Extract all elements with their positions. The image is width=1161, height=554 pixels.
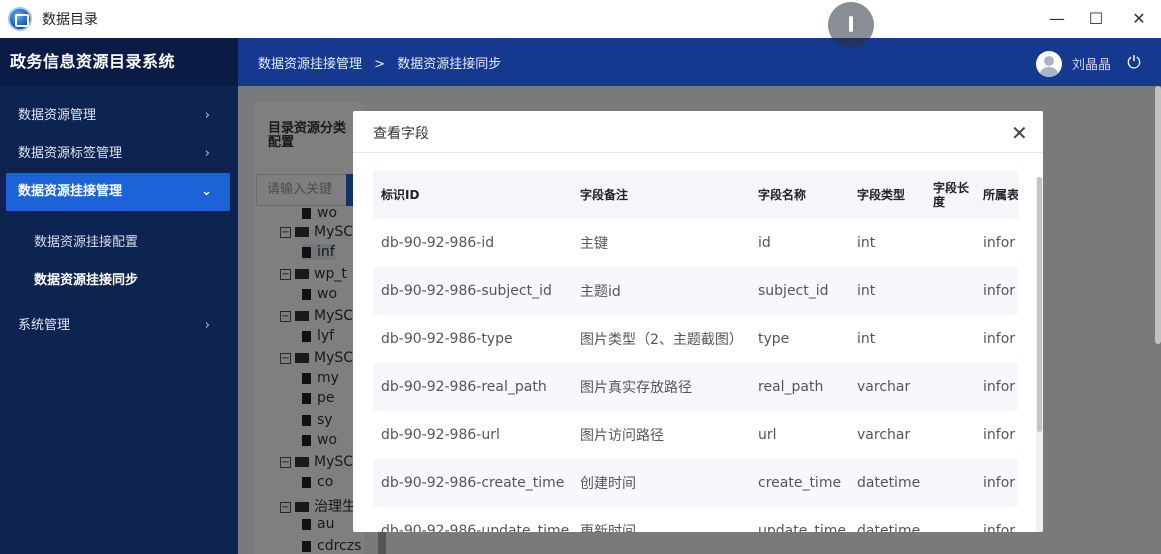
column-header-name: 字段名称 [750, 171, 849, 219]
cell-length [925, 363, 975, 411]
cell-table: infor [983, 235, 1016, 251]
cell-type: datetime [849, 459, 925, 507]
column-header-length: 字段长度 [925, 171, 975, 219]
cell-length [925, 411, 975, 459]
cell-length [925, 507, 975, 532]
dialog-title: 查看字段 [373, 126, 429, 142]
table-row: db-90-92-986-type 图片类型（2、主题截图） type int info… [373, 315, 1018, 363]
cell-name: subject_id [750, 267, 849, 315]
table-header-row: 标识ID 字段备注 字段名称 字段类型 字段长度 所属表 [373, 171, 1018, 219]
submenu-mount-config[interactable]: 数据资源挂接配置 [34, 231, 138, 250]
cell-name: type [758, 331, 790, 347]
cell-type: int [857, 331, 876, 347]
table-row: db-90-92-986-subject_id 主题id subject_id int… [373, 267, 1018, 315]
cell-type: int [849, 267, 925, 315]
sidebar-item-label: 数据资源标签管理 [18, 146, 123, 161]
cell-id: db-90-92-986-url [381, 427, 500, 443]
cell-length [925, 315, 975, 363]
window-titlebar: 数据目录 — ☐ ✕ [0, 0, 1161, 38]
cell-table: infor [983, 331, 1016, 347]
cell-remark: 创建时间 [572, 459, 750, 507]
submenu-mount-sync[interactable]: 数据资源挂接同步 [34, 269, 138, 288]
chevron-right-icon: › [204, 318, 210, 333]
minimize-icon[interactable]: — [1044, 6, 1070, 32]
sidebar-item-label: 数据资源挂接管理 [18, 184, 123, 199]
tree-scrollbar[interactable] [378, 532, 386, 554]
cell-table: infor [983, 523, 1016, 532]
dialog-scrollbar-thumb[interactable] [1037, 177, 1042, 432]
maximize-icon[interactable]: ☐ [1083, 6, 1109, 32]
table-row: db-90-92-986-real_path 图片真实存放路径 real_path v… [373, 363, 1018, 411]
cell-id: db-90-92-986-real_path [373, 363, 572, 411]
table-row: db-90-92-986-update_time 更新时间 update_time d… [373, 507, 1018, 532]
cell-id: db-90-92-986-type [381, 331, 513, 347]
cell-id: db-90-92-986-update_time [381, 523, 570, 532]
chevron-right-icon: › [204, 108, 210, 123]
view-fields-dialog: 查看字段 ✕ 标识ID 字段备注 字段名称 字段类型 字段长度 所属表 db-9… [353, 111, 1043, 532]
app-logo-icon [8, 7, 32, 31]
username[interactable]: 刘晶晶 [1072, 54, 1111, 73]
sidebar-item-label: 系统管理 [18, 318, 71, 333]
cell-id: db-90-92-986-subject_id [373, 267, 572, 315]
cell-remark: 更新时间 [580, 524, 636, 532]
fields-table: 标识ID 字段备注 字段名称 字段类型 字段长度 所属表 db-90-92-98… [373, 171, 1018, 532]
close-icon[interactable]: ✕ [1126, 6, 1152, 32]
cell-name: update_time [758, 523, 846, 532]
cell-remark: 主题id [572, 267, 750, 315]
cell-name: real_path [750, 363, 849, 411]
window-title: 数据目录 [42, 12, 98, 28]
fields-table-wrapper: 标识ID 字段备注 字段名称 字段类型 字段长度 所属表 db-90-92-98… [373, 171, 1018, 532]
cell-length [925, 267, 975, 315]
column-header-table: 所属表 [975, 171, 1018, 219]
cell-remark: 主键 [580, 236, 608, 252]
column-header-id: 标识ID [373, 171, 572, 219]
cell-table: infor [975, 363, 1018, 411]
column-header-remark: 字段备注 [572, 171, 750, 219]
cell-name: id [758, 235, 771, 251]
table-row: db-90-92-986-url 图片访问路径 url varchar infor [373, 411, 1018, 459]
cell-table: infor [983, 427, 1016, 443]
sidebar-item-mount-management[interactable]: 数据资源挂接管理 ⌄ [6, 173, 230, 211]
cell-id: db-90-92-986-id [381, 235, 495, 251]
cell-remark: 图片类型（2、主题截图） [580, 332, 743, 348]
sidebar-item-system-management[interactable]: 系统管理 › [0, 309, 238, 343]
breadcrumb-item[interactable]: 数据资源挂接管理 [258, 57, 362, 72]
cell-remark: 图片真实存放路径 [572, 363, 750, 411]
cell-name: url [758, 427, 777, 443]
divider [353, 152, 1043, 153]
page-scrollbar[interactable] [1155, 86, 1161, 344]
column-header-type: 字段类型 [849, 171, 925, 219]
table-row: db-90-92-986-id 主键 id int infor [373, 219, 1018, 267]
breadcrumb-separator: > [374, 57, 386, 72]
cell-id: db-90-92-986-create_time [373, 459, 572, 507]
sidebar-item-data-resource[interactable]: 数据资源管理 › [0, 99, 238, 133]
cell-type: datetime [857, 523, 921, 532]
avatar[interactable] [1036, 51, 1062, 77]
cell-type: varchar [849, 363, 925, 411]
cell-length [925, 219, 975, 267]
cell-type: int [857, 235, 876, 251]
cell-type: varchar [857, 427, 911, 443]
power-icon[interactable]: ⏻ [1124, 53, 1144, 73]
sidebar: 政务信息资源目录系统 数据资源管理 › 数据资源标签管理 › 数据资源挂接管理 … [0, 38, 238, 554]
touch-indicator [828, 2, 874, 48]
system-title: 政务信息资源目录系统 [0, 38, 238, 86]
header: 数据资源挂接管理 > 数据资源挂接同步 刘晶晶 ⏻ [238, 38, 1161, 86]
close-icon[interactable]: ✕ [1011, 123, 1028, 143]
cell-name: create_time [750, 459, 849, 507]
cell-table: infor [975, 267, 1018, 315]
chevron-right-icon: › [204, 146, 210, 161]
sidebar-item-label: 数据资源管理 [18, 108, 97, 123]
chevron-down-icon: ⌄ [201, 184, 212, 199]
table-row: db-90-92-986-create_time 创建时间 create_time d… [373, 459, 1018, 507]
cell-table: infor [975, 459, 1018, 507]
cell-length [925, 459, 975, 507]
cell-remark: 图片访问路径 [580, 428, 664, 444]
sidebar-item-tag-management[interactable]: 数据资源标签管理 › [0, 137, 238, 171]
breadcrumb-item-current: 数据资源挂接同步 [397, 57, 502, 72]
breadcrumb: 数据资源挂接管理 > 数据资源挂接同步 [258, 53, 509, 72]
